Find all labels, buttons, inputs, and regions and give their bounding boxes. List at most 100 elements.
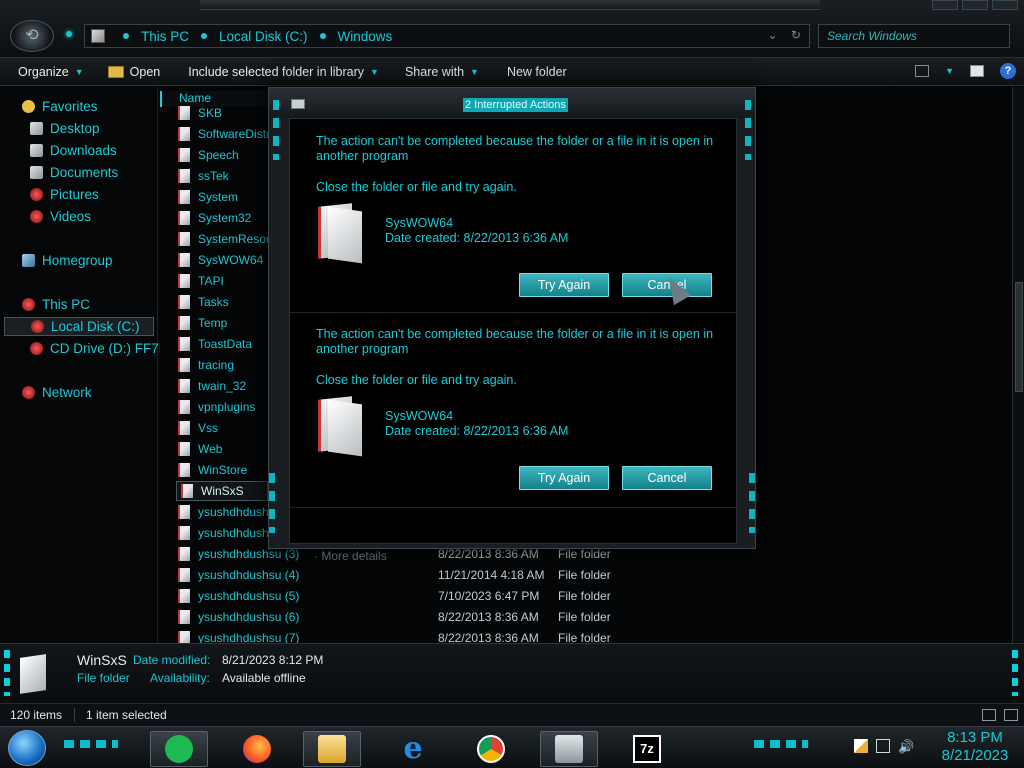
file-row[interactable]: WinSxS xyxy=(176,481,268,501)
internet-explorer-icon: e xyxy=(403,731,423,766)
taskbar-7zip[interactable]: 7z xyxy=(618,731,676,767)
clock-time[interactable]: 8:13 PM xyxy=(930,729,1020,746)
navigation-pane: Favorites Desktop Downloads Documents Pi… xyxy=(0,87,169,643)
nav-cd-drive[interactable]: CD Drive (D:) FF7D xyxy=(30,341,169,356)
file-row[interactable]: SysWOW64 xyxy=(178,250,263,270)
back-button[interactable]: ⟲ xyxy=(10,20,54,52)
file-name: Tasks xyxy=(198,295,229,309)
file-row[interactable]: SKB xyxy=(178,103,222,123)
chevron-down-icon[interactable]: ▼ xyxy=(945,66,954,76)
nav-pictures[interactable]: Pictures xyxy=(30,187,99,202)
file-row[interactable]: ysushdhdushs xyxy=(178,502,275,522)
file-row[interactable]: SoftwareDistri xyxy=(178,124,273,144)
file-row[interactable]: ysushdhdushsu (7) xyxy=(178,628,299,643)
file-row[interactable]: WinStore xyxy=(178,460,247,480)
try-again-button[interactable]: Try Again xyxy=(519,273,609,297)
nav-this-pc[interactable]: This PC xyxy=(22,297,90,312)
file-row[interactable]: TAPI xyxy=(178,271,224,291)
file-row[interactable]: Vss xyxy=(178,418,218,438)
file-row[interactable]: Web xyxy=(178,439,222,459)
breadcrumb-separator-icon[interactable] xyxy=(123,33,129,39)
titlebar-decoration xyxy=(200,0,820,10)
file-name: Web xyxy=(198,442,223,456)
folder-icon xyxy=(178,190,190,204)
nav-favorites[interactable]: Favorites xyxy=(22,99,98,114)
breadcrumb-separator-icon[interactable] xyxy=(201,33,208,39)
large-icons-view-icon[interactable] xyxy=(1004,709,1018,721)
organize-button[interactable]: Organize ▼ xyxy=(0,65,94,79)
file-row[interactable]: ysushdhdushsu (5) xyxy=(178,586,299,606)
chevron-down-icon: ▼ xyxy=(74,66,84,77)
breadcrumb-windows[interactable]: Windows xyxy=(338,29,393,44)
breadcrumb-separator-icon[interactable] xyxy=(319,33,326,39)
include-library-label: Include selected folder in library xyxy=(188,64,365,79)
decorative-led xyxy=(64,740,118,748)
preview-pane-icon[interactable] xyxy=(970,65,984,77)
file-row[interactable]: Tasks xyxy=(178,292,229,312)
action-center-flag-icon[interactable] xyxy=(854,739,868,753)
file-row[interactable]: ssTek xyxy=(178,166,229,186)
taskbar-file-explorer[interactable] xyxy=(303,731,361,767)
search-input[interactable]: Search Windows xyxy=(818,24,1010,48)
file-row[interactable]: Speech xyxy=(178,145,239,165)
nav-downloads[interactable]: Downloads xyxy=(30,143,117,158)
more-details-toggle[interactable]: · More details xyxy=(314,549,387,563)
scrollbar-thumb[interactable] xyxy=(1015,282,1023,392)
taskbar-spotify[interactable] xyxy=(150,731,208,767)
taskbar-internet-explorer[interactable]: e xyxy=(384,731,442,767)
file-row[interactable]: Temp xyxy=(178,313,227,333)
file-row[interactable]: ysushdhdushsu (4) xyxy=(178,565,299,585)
folder-icon xyxy=(178,169,190,183)
nav-desktop[interactable]: Desktop xyxy=(30,121,100,136)
nav-homegroup[interactable]: Homegroup xyxy=(22,253,113,268)
file-row[interactable]: ysushdhdushs xyxy=(178,523,275,543)
start-button[interactable] xyxy=(8,730,46,766)
share-with-button[interactable]: Share with ▼ xyxy=(389,65,489,79)
file-row[interactable]: twain_32 xyxy=(178,376,246,396)
nav-documents[interactable]: Documents xyxy=(30,165,118,180)
refresh-icon[interactable]: ↻ xyxy=(791,28,801,42)
folder-icon xyxy=(178,421,190,435)
minimize-button[interactable] xyxy=(932,0,958,10)
clock-date[interactable]: 8/21/2023 xyxy=(930,747,1020,764)
nav-label: Desktop xyxy=(50,121,100,136)
network-icon[interactable] xyxy=(876,739,890,753)
folder-icon xyxy=(178,316,190,330)
include-in-library-button[interactable]: Include selected folder in library ▼ xyxy=(170,65,389,79)
volume-icon[interactable]: 🔊 xyxy=(898,739,914,754)
taskbar-firefox[interactable] xyxy=(228,731,286,767)
cancel-button[interactable]: Cancel xyxy=(622,466,712,490)
close-button[interactable] xyxy=(992,0,1018,10)
help-icon[interactable]: ? xyxy=(1000,63,1016,79)
file-name: twain_32 xyxy=(198,379,247,393)
open-button[interactable]: Open xyxy=(94,65,171,79)
new-folder-button[interactable]: New folder xyxy=(489,65,577,79)
address-bar[interactable]: This PC Local Disk (C:) Windows ⌄ ↻ xyxy=(84,24,810,48)
file-row[interactable]: vpnplugins xyxy=(178,397,255,417)
vertical-scrollbar[interactable] xyxy=(1012,87,1024,643)
nav-label: Videos xyxy=(50,209,92,224)
nav-network[interactable]: Network xyxy=(22,385,92,400)
file-row[interactable]: SystemResourc xyxy=(178,229,283,249)
dialog-title: 2 Interrupted Actions xyxy=(463,98,568,112)
breadcrumb-local-disk[interactable]: Local Disk (C:) xyxy=(219,29,308,44)
file-date-modified: 11/21/2014 4:18 AM xyxy=(438,568,545,582)
details-view-icon[interactable] xyxy=(982,709,996,721)
maximize-button[interactable] xyxy=(962,0,988,10)
file-row[interactable]: ToastData xyxy=(178,334,252,354)
change-view-icon[interactable] xyxy=(915,65,930,77)
folder-icon xyxy=(178,442,190,456)
file-row[interactable]: ysushdhdushsu (6) xyxy=(178,607,299,627)
try-again-button[interactable]: Try Again xyxy=(519,466,609,490)
file-row[interactable]: tracing xyxy=(178,355,234,375)
folder-icon xyxy=(178,526,190,540)
taskbar-system-tool[interactable] xyxy=(540,731,598,767)
file-row[interactable]: System xyxy=(178,187,238,207)
chevron-down-icon[interactable]: ⌄ xyxy=(768,28,778,42)
file-row[interactable]: System32 xyxy=(178,208,251,228)
recent-locations-icon[interactable] xyxy=(66,31,72,37)
taskbar-chrome[interactable] xyxy=(462,731,520,767)
breadcrumb-this-pc[interactable]: This PC xyxy=(141,29,189,44)
nav-videos[interactable]: Videos xyxy=(30,209,91,224)
nav-local-disk[interactable]: Local Disk (C:) xyxy=(4,317,154,336)
